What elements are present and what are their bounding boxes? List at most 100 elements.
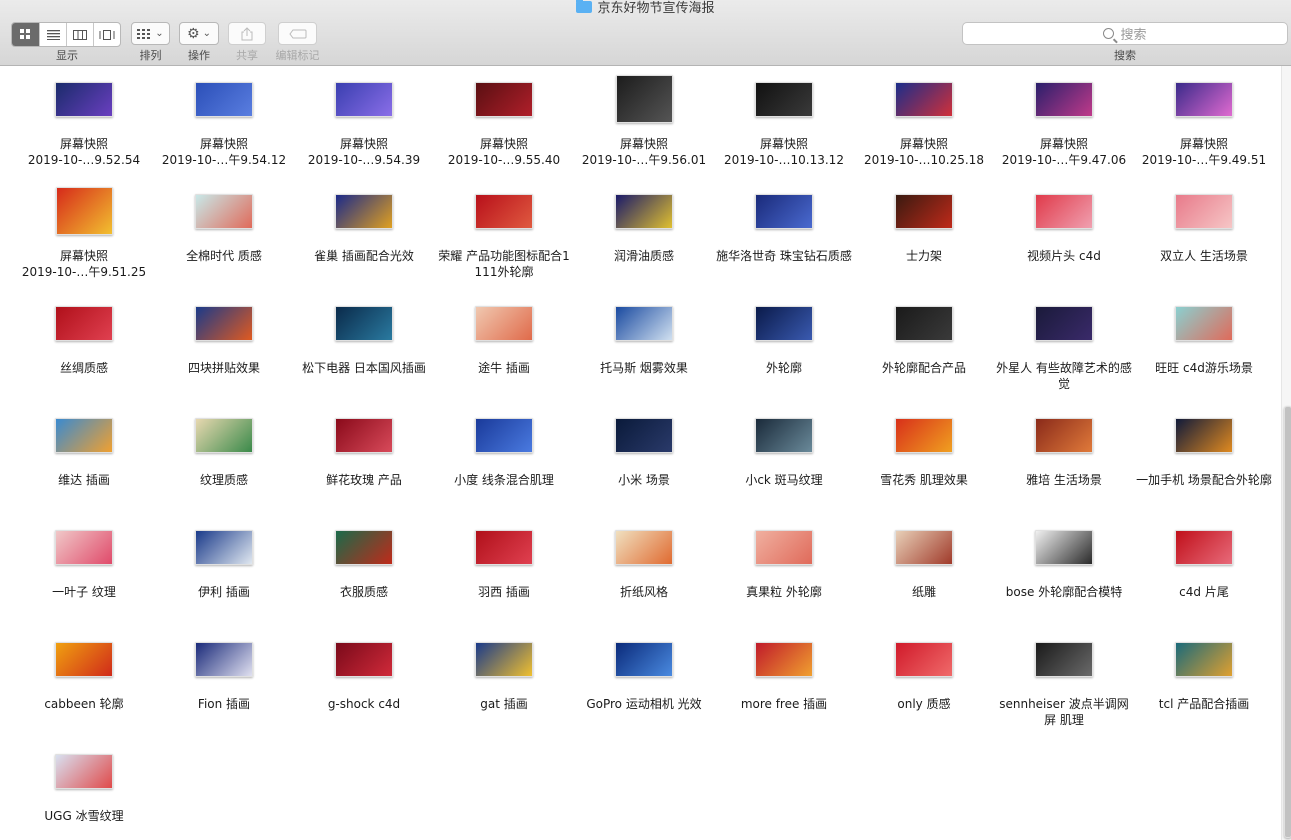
file-thumbnail[interactable]	[615, 75, 673, 123]
file-thumbnail[interactable]	[55, 417, 113, 453]
file-name[interactable]: tcl 产品配合插画	[1136, 696, 1272, 712]
file-thumbnail[interactable]	[475, 81, 533, 117]
file-thumbnail[interactable]	[195, 417, 253, 453]
file-item[interactable]: 屏幕快照 2019-10-…午9.54.12	[154, 66, 294, 178]
file-item[interactable]: 外星人 有些故障艺术的感觉	[994, 290, 1134, 402]
file-item[interactable]: 荣耀 产品功能图标配合1111外轮廓	[434, 178, 574, 290]
file-item[interactable]: gat 插画	[434, 626, 574, 738]
file-item[interactable]: 真果粒 外轮廓	[714, 514, 854, 626]
file-item[interactable]: GoPro 运动相机 光效	[574, 626, 714, 738]
column-view-button[interactable]	[66, 23, 93, 46]
file-thumbnail[interactable]	[195, 193, 253, 229]
file-name[interactable]: 托马斯 烟雾效果	[576, 360, 712, 376]
file-name[interactable]: 屏幕快照 2019-10-…9.55.40	[436, 136, 572, 168]
file-thumbnail[interactable]	[475, 641, 533, 677]
file-item[interactable]: 施华洛世奇 珠宝钻石质感	[714, 178, 854, 290]
file-name[interactable]: 伊利 插画	[156, 584, 292, 600]
file-item[interactable]: 一加手机 场景配合外轮廓	[1134, 402, 1274, 514]
file-name[interactable]: 松下电器 日本国风插画	[296, 360, 432, 376]
vertical-scrollbar[interactable]	[1281, 66, 1291, 840]
file-name[interactable]: 外星人 有些故障艺术的感觉	[996, 360, 1132, 392]
file-name[interactable]: GoPro 运动相机 光效	[576, 696, 712, 712]
file-name[interactable]: 全棉时代 质感	[156, 248, 292, 264]
file-item[interactable]: 屏幕快照 2019-10-…午9.49.51	[1134, 66, 1274, 178]
file-name[interactable]: 四块拼贴效果	[156, 360, 292, 376]
file-item[interactable]: 一叶子 纹理	[14, 514, 154, 626]
file-name[interactable]: 纸雕	[856, 584, 992, 600]
file-name[interactable]: 双立人 生活场景	[1136, 248, 1272, 264]
file-item[interactable]: 屏幕快照 2019-10-…9.52.54	[14, 66, 154, 178]
file-thumbnail[interactable]	[615, 193, 673, 229]
file-thumbnail[interactable]	[1035, 641, 1093, 677]
file-item[interactable]: 旺旺 c4d游乐场景	[1134, 290, 1274, 402]
file-item[interactable]: c4d 片尾	[1134, 514, 1274, 626]
file-thumbnail[interactable]	[895, 529, 953, 565]
file-name[interactable]: 雅培 生活场景	[996, 472, 1132, 488]
file-thumbnail[interactable]	[1035, 305, 1093, 341]
file-item[interactable]: UGG 冰雪纹理	[14, 738, 154, 840]
file-item[interactable]: 衣服质感	[294, 514, 434, 626]
file-thumbnail[interactable]	[1175, 81, 1233, 117]
file-name[interactable]: UGG 冰雪纹理	[16, 808, 152, 824]
file-thumbnail[interactable]	[755, 81, 813, 117]
file-thumbnail[interactable]	[1175, 193, 1233, 229]
file-thumbnail[interactable]	[195, 305, 253, 341]
file-item[interactable]: 伊利 插画	[154, 514, 294, 626]
file-name[interactable]: cabbeen 轮廓	[16, 696, 152, 712]
file-thumbnail[interactable]	[615, 529, 673, 565]
file-thumbnail[interactable]	[55, 81, 113, 117]
file-name[interactable]: 屏幕快照 2019-10-…午9.56.01	[576, 136, 712, 168]
file-item[interactable]: 屏幕快照 2019-10-…10.13.12	[714, 66, 854, 178]
file-item[interactable]: 屏幕快照 2019-10-…午9.51.25	[14, 178, 154, 290]
scrollbar-thumb[interactable]	[1284, 406, 1291, 838]
file-item[interactable]: 纸雕	[854, 514, 994, 626]
file-item[interactable]: cabbeen 轮廓	[14, 626, 154, 738]
file-item[interactable]: 雪花秀 肌理效果	[854, 402, 994, 514]
file-thumbnail[interactable]	[895, 417, 953, 453]
file-thumbnail[interactable]	[755, 305, 813, 341]
file-item[interactable]: 小米 场景	[574, 402, 714, 514]
file-thumbnail[interactable]	[895, 81, 953, 117]
file-name[interactable]: 真果粒 外轮廓	[716, 584, 852, 600]
file-item[interactable]: Fion 插画	[154, 626, 294, 738]
file-item[interactable]: 鲜花玫瑰 产品	[294, 402, 434, 514]
file-thumbnail[interactable]	[55, 187, 113, 235]
file-thumbnail[interactable]	[335, 193, 393, 229]
file-item[interactable]: 屏幕快照 2019-10-…9.54.39	[294, 66, 434, 178]
file-item[interactable]: sennheiser 波点半调网屏 肌理	[994, 626, 1134, 738]
file-name[interactable]: 施华洛世奇 珠宝钻石质感	[716, 248, 852, 264]
file-name[interactable]: 屏幕快照 2019-10-…午9.54.12	[156, 136, 292, 168]
file-name[interactable]: 小ck 斑马纹理	[716, 472, 852, 488]
file-name[interactable]: 屏幕快照 2019-10-…10.13.12	[716, 136, 852, 168]
view-mode-selector[interactable]	[11, 22, 121, 47]
file-name[interactable]: 一加手机 场景配合外轮廓	[1136, 472, 1272, 488]
file-name[interactable]: 屏幕快照 2019-10-…午9.49.51	[1136, 136, 1272, 168]
file-item[interactable]: tcl 产品配合插画	[1134, 626, 1274, 738]
file-name[interactable]: g-shock c4d	[296, 696, 432, 712]
file-name[interactable]: 小米 场景	[576, 472, 712, 488]
file-thumbnail[interactable]	[895, 641, 953, 677]
file-thumbnail[interactable]	[195, 81, 253, 117]
file-item[interactable]: 外轮廓	[714, 290, 854, 402]
file-thumbnail[interactable]	[1035, 417, 1093, 453]
file-name[interactable]: c4d 片尾	[1136, 584, 1272, 600]
file-thumbnail[interactable]	[1175, 305, 1233, 341]
file-thumbnail[interactable]	[1035, 81, 1093, 117]
file-item[interactable]: more free 插画	[714, 626, 854, 738]
file-name[interactable]: Fion 插画	[156, 696, 292, 712]
file-thumbnail[interactable]	[335, 417, 393, 453]
file-thumbnail[interactable]	[755, 417, 813, 453]
icon-view-button[interactable]	[12, 23, 39, 46]
file-item[interactable]: 全棉时代 质感	[154, 178, 294, 290]
file-item[interactable]: 雅培 生活场景	[994, 402, 1134, 514]
file-item[interactable]: 双立人 生活场景	[1134, 178, 1274, 290]
file-item[interactable]: 润滑油质感	[574, 178, 714, 290]
file-thumbnail[interactable]	[1175, 417, 1233, 453]
share-button[interactable]	[228, 22, 266, 45]
file-thumbnail[interactable]	[335, 641, 393, 677]
file-thumbnail[interactable]	[615, 417, 673, 453]
file-thumbnail[interactable]	[475, 193, 533, 229]
file-item[interactable]: bose 外轮廓配合模特	[994, 514, 1134, 626]
file-item[interactable]: 维达 插画	[14, 402, 154, 514]
file-thumbnail[interactable]	[475, 417, 533, 453]
